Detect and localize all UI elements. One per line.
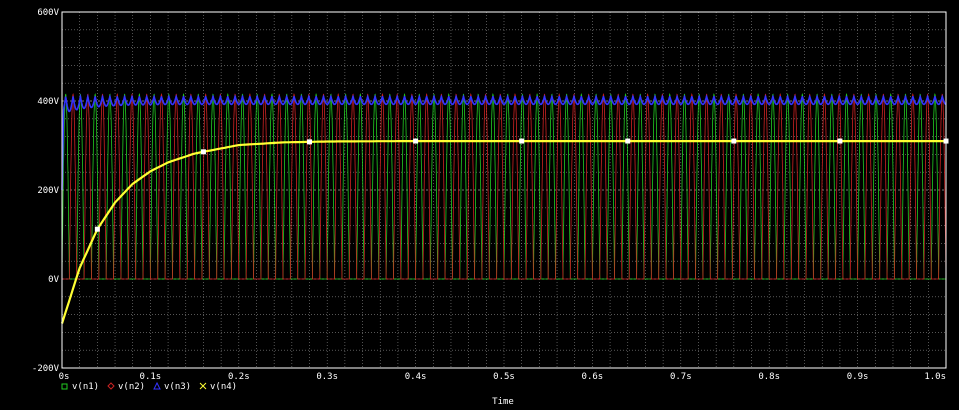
series-marker-v-n4 <box>94 226 100 232</box>
x-tick-label: 0.6s <box>582 372 604 382</box>
series-marker-v-n4 <box>731 138 737 144</box>
x-tick-label: 0.7s <box>670 372 692 382</box>
series-marker-v-n4 <box>200 149 206 155</box>
grid <box>62 11 946 369</box>
x-tick-label: 0.9s <box>847 372 869 382</box>
legend-triangle-icon <box>153 381 161 390</box>
legend-square-icon <box>61 383 68 390</box>
y-tick-label: -200V <box>32 364 60 374</box>
axes: -200V 0V 200V 400V 600V 0s 0.1s 0.2s 0.3s 0.4s 0.5… <box>32 8 947 382</box>
series-v-n3 <box>61 93 947 191</box>
y-tick-label: 400V <box>37 97 59 107</box>
x-tick-label: 0.5s <box>493 372 515 382</box>
x-tick-label: 0.8s <box>758 372 780 382</box>
x-tick-label: 0.4s <box>405 372 427 382</box>
chart-svg: -200V 0V 200V 400V 600V 0s 0.1s 0.2s 0.3s 0.4s 0.5… <box>32 8 949 407</box>
legend-label: v(n2) <box>118 382 145 392</box>
y-tick-label: 600V <box>37 8 59 18</box>
x-tick-label: 0.2s <box>228 372 250 382</box>
series-marker-v-n4 <box>519 138 525 144</box>
x-tick-label: 0s <box>59 372 70 382</box>
legend: v(n1) v(n2) v(n3) v(n4) <box>61 381 237 392</box>
x-tick-label: 0.3s <box>316 372 338 382</box>
y-tick-label: 0V <box>48 275 59 285</box>
series-marker-v-n4 <box>307 139 313 145</box>
series-marker-v-n4 <box>625 138 631 144</box>
x-tick-label: 1.0s <box>924 372 946 382</box>
legend-x-icon <box>199 382 207 390</box>
legend-label: v(n4) <box>210 382 237 392</box>
x-axis-label: Time <box>492 397 514 407</box>
plot-window: -200V 0V 200V 400V 600V 0s 0.1s 0.2s 0.3s 0.4s 0.5… <box>0 0 959 410</box>
legend-label: v(n3) <box>164 382 191 392</box>
series-layer <box>60 92 949 324</box>
x-tick-label: 0.1s <box>140 372 162 382</box>
legend-label: v(n1) <box>72 382 99 392</box>
series-marker-v-n4 <box>837 138 843 144</box>
y-tick-label: 200V <box>37 186 59 196</box>
series-marker-v-n4 <box>413 138 419 144</box>
legend-diamond-icon <box>107 382 115 390</box>
